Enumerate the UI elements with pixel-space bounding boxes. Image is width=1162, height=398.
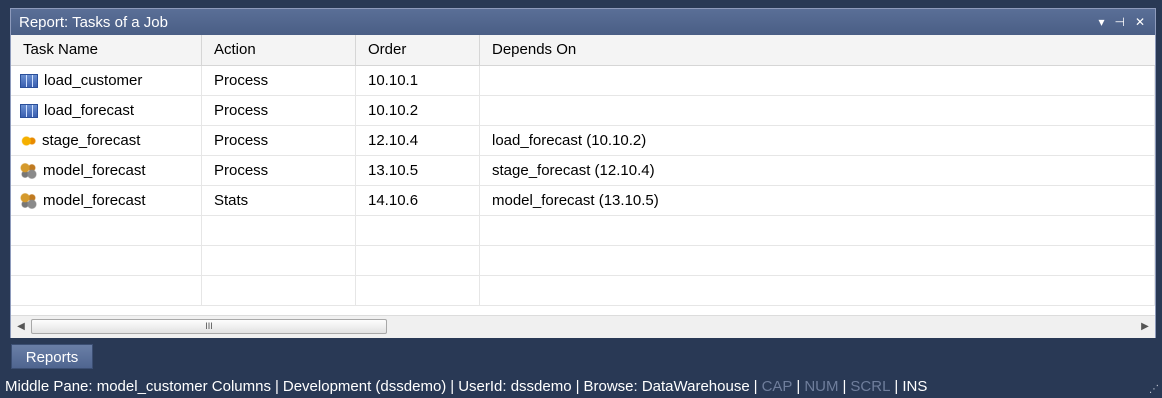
dropdown-icon[interactable]: ▾ [1098, 16, 1104, 28]
table-row[interactable]: model_forecast Process 13.10.5 stage_for… [11, 156, 1155, 186]
status-separator: | [753, 377, 758, 395]
resize-grip-icon[interactable]: ⋰ [1149, 384, 1159, 395]
task-name-cell: load_forecast [11, 96, 202, 126]
task-name-cell: model_forecast [11, 186, 202, 216]
empty-cell [480, 276, 1155, 306]
order-cell: 12.10.4 [356, 126, 480, 156]
status-num: NUM [804, 377, 839, 395]
status-ins: INS [902, 377, 928, 395]
scroll-thumb[interactable]: III [31, 319, 387, 334]
table-row[interactable]: load_customer Process 10.10.1 [11, 66, 1155, 96]
status-browse: Browse: DataWarehouse [583, 377, 750, 395]
task-name-cell: stage_forecast [11, 126, 202, 156]
status-separator: | [274, 377, 279, 395]
table-icon [20, 74, 38, 88]
horizontal-scrollbar[interactable]: ◀ III ▶ [11, 315, 1155, 338]
order-cell: 10.10.1 [356, 66, 480, 96]
action-cell: Process [202, 156, 356, 186]
order-cell: 10.10.2 [356, 96, 480, 126]
empty-cell [356, 216, 480, 246]
action-cell: Stats [202, 186, 356, 216]
depends-on-cell [480, 96, 1155, 126]
table-icon [20, 104, 38, 118]
empty-cell [11, 216, 202, 246]
empty-row [11, 246, 1155, 276]
stage-icon [20, 134, 36, 148]
empty-cell [11, 276, 202, 306]
depends-on-cell: stage_forecast (12.10.4) [480, 156, 1155, 186]
task-name: load_forecast [44, 102, 135, 119]
status-scrl: SCRL [850, 377, 891, 395]
pin-icon[interactable]: ⊣ [1114, 16, 1124, 28]
model-icon [20, 163, 37, 179]
scroll-right-icon[interactable]: ▶ [1135, 316, 1155, 338]
depends-on-cell: model_forecast (13.10.5) [480, 186, 1155, 216]
empty-cell [202, 246, 356, 276]
grid-rows: load_customer Process 10.10.1 load_forec… [11, 66, 1155, 318]
task-name-cell: load_customer [11, 66, 202, 96]
table-row[interactable]: load_forecast Process 10.10.2 [11, 96, 1155, 126]
status-separator: | [796, 377, 801, 395]
scroll-left-icon[interactable]: ◀ [11, 316, 31, 338]
close-icon[interactable]: ✕ [1135, 16, 1145, 28]
order-cell: 13.10.5 [356, 156, 480, 186]
empty-cell [356, 276, 480, 306]
column-header-action[interactable]: Action [202, 35, 356, 65]
order-cell: 14.10.6 [356, 186, 480, 216]
tab-reports[interactable]: Reports [11, 344, 93, 369]
status-separator: | [450, 377, 455, 395]
action-cell: Process [202, 126, 356, 156]
table-row[interactable]: model_forecast Stats 14.10.6 model_forec… [11, 186, 1155, 216]
action-cell: Process [202, 96, 356, 126]
column-header-depends-on[interactable]: Depends On [480, 35, 1155, 65]
status-separator: | [575, 377, 580, 395]
table-row[interactable]: stage_forecast Process 12.10.4 load_fore… [11, 126, 1155, 156]
status-bar: Middle Pane: model_customer Columns | De… [0, 374, 1162, 398]
column-header-order[interactable]: Order [356, 35, 480, 65]
status-middle-pane: Middle Pane: model_customer Columns [5, 377, 271, 395]
task-name: load_customer [44, 72, 143, 89]
panel-title: Report: Tasks of a Job [19, 13, 168, 31]
column-header-task-name[interactable]: Task Name [11, 35, 202, 65]
task-name: stage_forecast [42, 132, 141, 149]
empty-cell [202, 276, 356, 306]
empty-cell [356, 246, 480, 276]
empty-cell [480, 246, 1155, 276]
panel-title-bar[interactable]: Report: Tasks of a Job ▾ ⊣ ✕ [11, 9, 1155, 35]
depends-on-cell: load_forecast (10.10.2) [480, 126, 1155, 156]
empty-cell [11, 246, 202, 276]
status-separator: | [894, 377, 899, 395]
empty-row [11, 216, 1155, 246]
depends-on-cell [480, 66, 1155, 96]
action-cell: Process [202, 66, 356, 96]
status-separator: | [842, 377, 847, 395]
status-connection: Development (dssdemo) [282, 377, 447, 395]
empty-row [11, 276, 1155, 306]
report-panel: Report: Tasks of a Job ▾ ⊣ ✕ Task Name A… [10, 8, 1156, 338]
status-user: UserId: dssdemo [458, 377, 572, 395]
task-name: model_forecast [43, 162, 146, 179]
grid-header: Task Name Action Order Depends On [11, 35, 1155, 66]
model-icon [20, 193, 37, 209]
empty-cell [480, 216, 1155, 246]
status-cap: CAP [761, 377, 793, 395]
task-name: model_forecast [43, 192, 146, 209]
task-name-cell: model_forecast [11, 156, 202, 186]
empty-cell [202, 216, 356, 246]
panel-controls: ▾ ⊣ ✕ [1098, 16, 1155, 28]
